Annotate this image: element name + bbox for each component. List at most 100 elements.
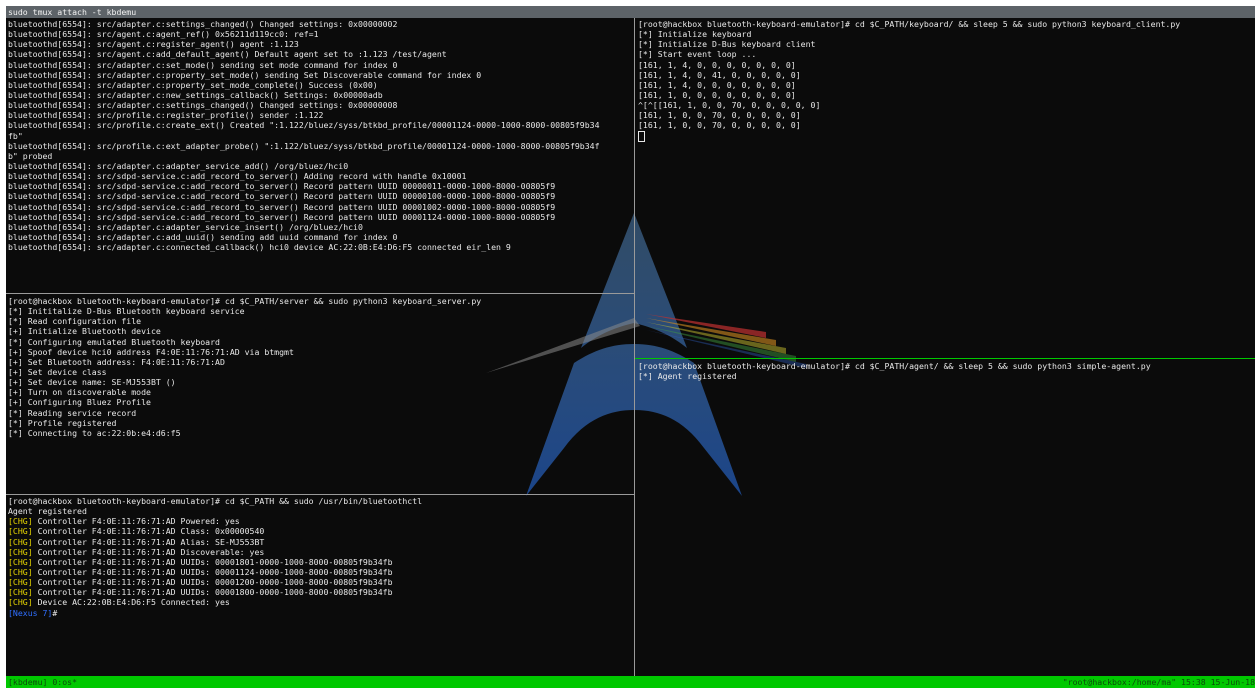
client-output-line: [*] Initialize D-Bus keyboard client — [638, 39, 816, 50]
chg-event-text: Controller F4:0E:11:76:71:AD UUIDs: 0000… — [32, 566, 393, 577]
chg-tag: [CHG] — [8, 566, 33, 577]
chg-event-text: Controller F4:0E:11:76:71:AD Class: 0x00… — [32, 526, 265, 537]
chg-event-text: Controller F4:0E:11:76:71:AD Discoverabl… — [32, 546, 265, 557]
pane-divider-horizontal — [6, 494, 634, 495]
pane-keyboard-client[interactable]: [root@hackbox bluetooth-keyboard-emulato… — [636, 18, 1255, 358]
tmux-status-bar: [kbdemu] 0:os* "root@hackbox:/home/ma" 1… — [6, 676, 1255, 688]
chg-event-text: Controller F4:0E:11:76:71:AD Powered: ye… — [32, 516, 240, 527]
chg-tag: [CHG] — [8, 597, 33, 608]
chg-event-line: [CHG] Controller F4:0E:11:76:71:AD UUIDs… — [8, 567, 634, 577]
log-line: bluetoothd[6554]: src/agent.c:add_defaul… — [8, 49, 447, 60]
client-output-line: [161, 1, 4, 0, 41, 0, 0, 0, 0, 0] — [638, 69, 801, 80]
log-line: bluetoothd[6554]: src/profile.c:register… — [8, 110, 324, 121]
server-output-line: [*] Connecting to ac:22:0b:e4:d6:f5 — [8, 427, 181, 438]
log-line: bluetoothd[6554]: src/adapter.c:settings… — [8, 19, 398, 29]
chg-event-text: Controller F4:0E:11:76:71:AD UUIDs: 0000… — [32, 577, 393, 588]
chg-event-line: [CHG] Controller F4:0E:11:76:71:AD UUIDs… — [8, 577, 634, 587]
log-line: bluetoothd[6554]: src/sdpd-service.c:add… — [8, 171, 467, 182]
chg-tag: [CHG] — [8, 556, 33, 567]
log-line: bluetoothd[6554]: src/sdpd-service.c:add… — [8, 191, 556, 202]
server-output-line: [root@hackbox bluetooth-keyboard-emulato… — [8, 296, 482, 306]
server-output-line: [*] Profile registered — [8, 417, 117, 428]
pane-bluetoothd-log[interactable]: bluetoothd[6554]: src/adapter.c:settings… — [6, 18, 634, 293]
log-line: bluetoothd[6554]: src/agent.c:register_a… — [8, 39, 299, 50]
server-output-line: [*] Read configuration file — [8, 316, 142, 327]
window-title: sudo tmux attach -t kbdemu — [8, 7, 137, 17]
log-line: bluetoothd[6554]: src/sdpd-service.c:add… — [8, 181, 556, 192]
log-line: bluetoothd[6554]: src/adapter.c:add_uuid… — [8, 231, 398, 242]
chg-event-text: Controller F4:0E:11:76:71:AD UUIDs: 0000… — [32, 556, 393, 567]
client-output-line: [161, 1, 0, 0, 70, 0, 0, 0, 0, 0] — [638, 110, 801, 121]
server-output-line: [*] Reading service record — [8, 407, 137, 418]
agent-output-line: [*] Agent registered — [638, 371, 737, 382]
client-output-line: [*] Start event loop ... — [638, 49, 757, 60]
agent-output-line: [root@hackbox bluetooth-keyboard-emulato… — [638, 361, 1151, 371]
log-line: bluetoothd[6554]: src/sdpd-service.c:add… — [8, 201, 556, 212]
log-line: bluetoothd[6554]: src/adapter.c:adapter_… — [8, 160, 349, 171]
keyboard-client-output: [root@hackbox bluetooth-keyboard-emulato… — [636, 18, 1255, 142]
log-line: bluetoothd[6554]: src/sdpd-service.c:add… — [8, 211, 556, 222]
pane-divider-active — [635, 358, 1255, 359]
chg-event-line: [CHG] Controller F4:0E:11:76:71:AD UUIDs… — [8, 587, 634, 597]
server-output-line: [+] Initialize Bluetooth device — [8, 326, 161, 337]
log-line: bluetoothd[6554]: src/adapter.c:set_mode… — [8, 59, 398, 70]
client-output-line: [*] Initialize keyboard — [638, 29, 752, 40]
log-line: b" probed — [8, 150, 53, 161]
chg-event-line: [CHG] Controller F4:0E:11:76:71:AD Class… — [8, 526, 634, 536]
chg-tag: [CHG] — [8, 546, 33, 557]
client-output-line: [161, 1, 0, 0, 0, 0, 0, 0, 0, 0] — [638, 89, 796, 100]
pane-simple-agent[interactable]: [root@hackbox bluetooth-keyboard-emulato… — [636, 360, 1255, 676]
chg-tag: [CHG] — [8, 577, 33, 588]
prompt-suffix: # — [52, 607, 58, 618]
text-cursor — [638, 130, 645, 142]
server-output-line: [*] Configuring emulated Bluetooth keybo… — [8, 336, 220, 347]
pane-bluetoothctl[interactable]: [root@hackbox bluetooth-keyboard-emulato… — [6, 495, 634, 676]
prompt-device-name: [Nexus 7] — [8, 607, 53, 618]
log-line: bluetoothd[6554]: src/agent.c:agent_ref(… — [8, 29, 319, 40]
pane-keyboard-server[interactable]: [root@hackbox bluetooth-keyboard-emulato… — [6, 295, 634, 495]
client-output-line: [161, 1, 4, 0, 0, 0, 0, 0, 0, 0] — [638, 79, 796, 90]
chg-event-text: Device AC:22:0B:E4:D6:F5 Connected: yes — [32, 597, 230, 608]
log-line: bluetoothd[6554]: src/adapter.c:settings… — [8, 100, 398, 111]
server-output-line: [+] Spoof device hci0 address F4:0E:11:7… — [8, 346, 294, 357]
client-output-line: [root@hackbox bluetooth-keyboard-emulato… — [638, 19, 1181, 29]
client-output-line: [161, 1, 0, 0, 70, 0, 0, 0, 0, 0] — [638, 120, 801, 131]
chg-event-line: [CHG] Device AC:22:0B:E4:D6:F5 Connected… — [8, 597, 634, 607]
bluetoothctl-prompt[interactable]: [Nexus 7]# — [8, 608, 634, 618]
chg-event-text: Controller F4:0E:11:76:71:AD UUIDs: 0000… — [32, 587, 393, 598]
tmux-status-right: "root@hackbox:/home/ma" 15:38 15-Jun-18 — [1062, 677, 1255, 687]
server-output-line: [+] Turn on discoverable mode — [8, 387, 151, 398]
log-line: bluetoothd[6554]: src/profile.c:ext_adap… — [8, 140, 600, 151]
bluetoothd-log-output: bluetoothd[6554]: src/adapter.c:settings… — [6, 18, 634, 252]
chg-tag: [CHG] — [8, 526, 33, 537]
chg-event-line: [CHG] Controller F4:0E:11:76:71:AD Disco… — [8, 547, 634, 557]
agent-registered-line: Agent registered — [8, 506, 87, 517]
chg-tag: [CHG] — [8, 587, 33, 598]
client-output-line: [161, 1, 4, 0, 0, 0, 0, 0, 0, 0] — [638, 59, 796, 70]
server-output-line: [+] Configuring Bluez Profile — [8, 397, 151, 408]
chg-event-line: [CHG] Controller F4:0E:11:76:71:AD Alias… — [8, 537, 634, 547]
server-output-line: [+] Set device class — [8, 366, 107, 377]
bluetoothctl-output: [root@hackbox bluetooth-keyboard-emulato… — [6, 495, 634, 618]
log-line: bluetoothd[6554]: src/profile.c:create_e… — [8, 120, 600, 131]
log-line: bluetoothd[6554]: src/adapter.c:new_sett… — [8, 89, 383, 100]
client-output-line: ^[^[[161, 1, 0, 0, 70, 0, 0, 0, 0, 0] — [638, 100, 821, 111]
chg-tag: [CHG] — [8, 516, 33, 527]
pane-divider-vertical — [634, 18, 635, 676]
pane-divider-horizontal — [6, 293, 634, 294]
log-line: fb" — [8, 130, 23, 141]
server-output-line: [+] Set Bluetooth address: F4:0E:11:76:7… — [8, 356, 225, 367]
keyboard-server-output: [root@hackbox bluetooth-keyboard-emulato… — [6, 295, 634, 438]
terminal-screen: sudo tmux attach -t kbdemu bluetoothd[65… — [6, 6, 1255, 688]
cursor-line — [638, 130, 1255, 142]
chg-tag: [CHG] — [8, 536, 33, 547]
chg-event-line: [CHG] Controller F4:0E:11:76:71:AD UUIDs… — [8, 557, 634, 567]
log-line: bluetoothd[6554]: src/adapter.c:property… — [8, 79, 378, 90]
log-line: bluetoothd[6554]: src/adapter.c:connecte… — [8, 242, 511, 253]
server-output-line: [+] Set device name: SE-MJ553BT () — [8, 377, 176, 388]
tmux-window-list[interactable]: [kbdemu] 0:os* — [8, 676, 77, 688]
bluetoothctl-command: [root@hackbox bluetooth-keyboard-emulato… — [8, 496, 423, 506]
log-line: bluetoothd[6554]: src/adapter.c:property… — [8, 69, 482, 80]
chg-event-text: Controller F4:0E:11:76:71:AD Alias: SE-M… — [32, 536, 265, 547]
simple-agent-output: [root@hackbox bluetooth-keyboard-emulato… — [636, 360, 1255, 381]
